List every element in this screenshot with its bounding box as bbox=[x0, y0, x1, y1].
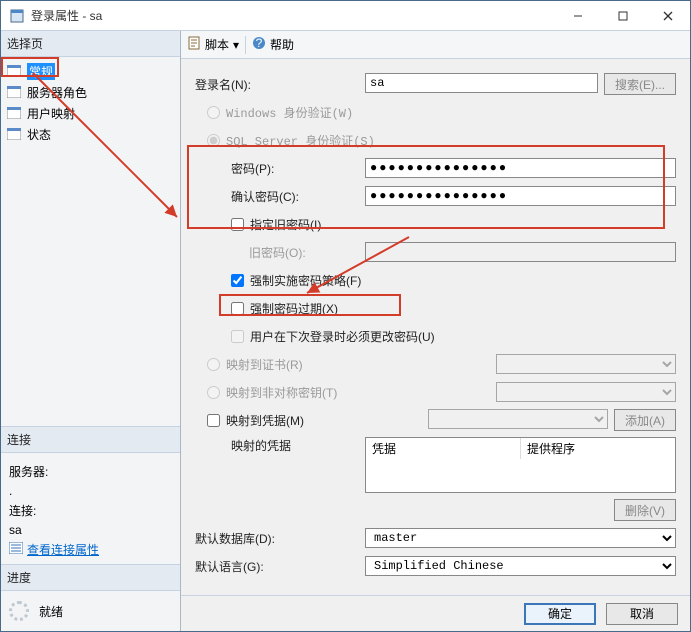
progress-panel: 进度 就绪 bbox=[1, 564, 180, 631]
confirm-password-label: 确认密码(C): bbox=[195, 188, 365, 205]
must-change-password-checkbox: 用户在下次登录时必须更改密码(U) bbox=[231, 328, 435, 345]
minimize-button[interactable] bbox=[555, 1, 600, 30]
page-icon bbox=[7, 86, 23, 100]
old-password-input bbox=[365, 242, 676, 262]
default-database-select[interactable]: master bbox=[365, 528, 676, 548]
dropdown-arrow-icon: ▾ bbox=[233, 38, 239, 52]
sidebar-item-label: 常规 bbox=[27, 63, 55, 80]
enforce-password-policy-checkbox[interactable]: 强制实施密码策略(F) bbox=[231, 272, 361, 289]
default-database-label: 默认数据库(D): bbox=[195, 530, 365, 547]
confirm-password-input[interactable] bbox=[365, 186, 676, 206]
map-asym-select bbox=[496, 382, 676, 402]
sql-auth-radio: SQL Server 身份验证(S) bbox=[207, 132, 375, 149]
view-connection-properties-link[interactable]: 查看连接属性 bbox=[9, 541, 99, 558]
map-to-asym-key-radio: 映射到非对称密钥(T) bbox=[207, 384, 337, 401]
windows-auth-radio: Windows 身份验证(W) bbox=[207, 104, 353, 121]
properties-icon bbox=[9, 542, 23, 557]
sidebar-item-status[interactable]: 状态 bbox=[3, 124, 178, 145]
server-value: . bbox=[9, 484, 172, 498]
server-label: 服务器: bbox=[9, 463, 172, 480]
maximize-button[interactable] bbox=[600, 1, 645, 30]
map-cert-select bbox=[496, 354, 676, 374]
link-label: 查看连接属性 bbox=[27, 541, 99, 558]
login-name-label: 登录名(N): bbox=[195, 76, 365, 93]
svg-text:?: ? bbox=[256, 36, 263, 50]
credential-select bbox=[428, 409, 608, 429]
enforce-password-expiration-checkbox[interactable]: 强制密码过期(X) bbox=[231, 300, 338, 317]
content-pane: 脚本 ▾ ? 帮助 登录名(N): 搜索(E)... bbox=[181, 31, 690, 631]
sidebar-item-label: 状态 bbox=[27, 126, 51, 143]
spinner-icon bbox=[9, 601, 29, 621]
add-credential-button: 添加(A) bbox=[614, 409, 676, 431]
map-to-cert-radio: 映射到证书(R) bbox=[207, 356, 303, 373]
login-properties-window: 登录属性 - sa 选择页 常规 服务器角色 用户映射 bbox=[0, 0, 691, 632]
ok-button[interactable]: 确定 bbox=[524, 603, 596, 625]
help-button[interactable]: ? 帮助 bbox=[252, 36, 294, 53]
progress-status: 就绪 bbox=[39, 603, 63, 620]
toolbar: 脚本 ▾ ? 帮助 bbox=[181, 31, 690, 59]
mapped-credentials-label: 映射的凭据 bbox=[195, 437, 365, 454]
table-header-provider: 提供程序 bbox=[521, 438, 675, 459]
cancel-button[interactable]: 取消 bbox=[606, 603, 678, 625]
password-label: 密码(P): bbox=[195, 160, 365, 177]
dialog-footer: 确定 取消 bbox=[181, 595, 690, 631]
sidebar-header-select: 选择页 bbox=[1, 31, 180, 57]
old-password-label: 旧密码(O): bbox=[195, 244, 365, 261]
sidebar-item-label: 服务器角色 bbox=[27, 84, 87, 101]
password-input[interactable] bbox=[365, 158, 676, 178]
script-label: 脚本 bbox=[205, 36, 229, 53]
search-button: 搜索(E)... bbox=[604, 73, 676, 95]
sidebar-item-general[interactable]: 常规 bbox=[3, 61, 178, 82]
toolbar-divider bbox=[245, 36, 246, 54]
script-icon bbox=[187, 36, 201, 53]
map-to-credential-checkbox[interactable]: 映射到凭据(M) bbox=[207, 412, 304, 429]
sidebar: 选择页 常规 服务器角色 用户映射 状态 bbox=[1, 31, 181, 631]
default-language-select[interactable]: Simplified Chinese bbox=[365, 556, 676, 576]
window-controls bbox=[555, 1, 690, 30]
help-icon: ? bbox=[252, 36, 266, 53]
app-icon bbox=[9, 8, 25, 24]
sidebar-item-label: 用户映射 bbox=[27, 105, 75, 122]
sidebar-item-user-mapping[interactable]: 用户映射 bbox=[3, 103, 178, 124]
sidebar-item-server-roles[interactable]: 服务器角色 bbox=[3, 82, 178, 103]
window-title: 登录属性 - sa bbox=[31, 7, 555, 24]
page-icon bbox=[7, 107, 23, 121]
default-language-label: 默认语言(G): bbox=[195, 558, 365, 575]
specify-old-password-checkbox[interactable]: 指定旧密码(I) bbox=[231, 216, 321, 233]
sidebar-page-list: 常规 服务器角色 用户映射 状态 bbox=[1, 57, 180, 426]
connection-value: sa bbox=[9, 523, 172, 537]
script-button[interactable]: 脚本 ▾ bbox=[187, 36, 239, 53]
remove-credential-button: 删除(V) bbox=[614, 499, 676, 521]
connection-label: 连接: bbox=[9, 502, 172, 519]
mapped-credentials-table[interactable]: 凭据 提供程序 bbox=[365, 437, 676, 493]
page-icon bbox=[7, 128, 23, 142]
help-label: 帮助 bbox=[270, 36, 294, 53]
titlebar: 登录属性 - sa bbox=[1, 1, 690, 31]
page-icon bbox=[7, 65, 23, 79]
progress-header: 进度 bbox=[1, 565, 180, 591]
connection-header: 连接 bbox=[1, 427, 180, 453]
connection-panel: 连接 服务器: . 连接: sa 查看连接属性 bbox=[1, 426, 180, 564]
close-button[interactable] bbox=[645, 1, 690, 30]
table-header-credential: 凭据 bbox=[366, 438, 521, 459]
login-name-input[interactable] bbox=[365, 73, 598, 93]
